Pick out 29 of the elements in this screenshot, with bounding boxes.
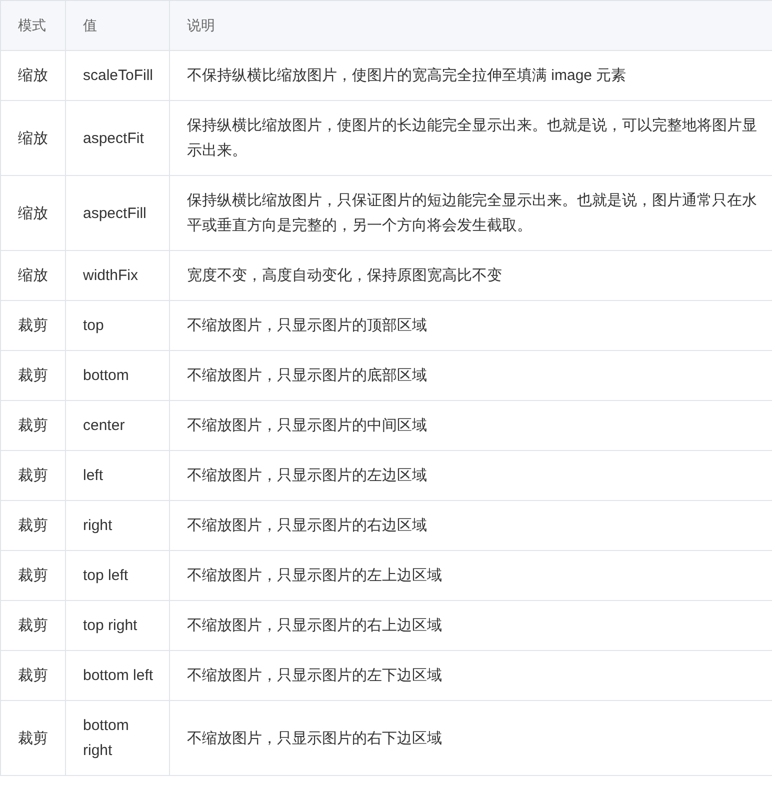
table-cell: bottom right bbox=[66, 700, 170, 776]
table-cell: center bbox=[66, 400, 170, 450]
table-cell: 裁剪 bbox=[0, 550, 66, 600]
column-header: 说明 bbox=[170, 0, 772, 50]
table-cell: left bbox=[66, 450, 170, 500]
table-cell: 裁剪 bbox=[0, 450, 66, 500]
column-header: 值 bbox=[66, 0, 170, 50]
table-cell: top bbox=[66, 300, 170, 350]
table-cell: 裁剪 bbox=[0, 650, 66, 700]
column-header: 模式 bbox=[0, 0, 66, 50]
table-cell: aspectFill bbox=[66, 176, 170, 250]
table-cell: widthFix bbox=[66, 250, 170, 300]
table-cell: 裁剪 bbox=[0, 300, 66, 350]
table-cell: 裁剪 bbox=[0, 350, 66, 400]
table-cell: bottom left bbox=[66, 650, 170, 700]
table-cell: top right bbox=[66, 600, 170, 650]
table-cell: 缩放 bbox=[0, 100, 66, 176]
table-cell: scaleToFill bbox=[66, 50, 170, 100]
table-cell: 缩放 bbox=[0, 250, 66, 300]
table-cell: 裁剪 bbox=[0, 400, 66, 450]
table-cell: right bbox=[66, 500, 170, 550]
table-cell: 裁剪 bbox=[0, 500, 66, 550]
table-cell: bottom bbox=[66, 350, 170, 400]
table-cell: top left bbox=[66, 550, 170, 600]
table-cell: aspectFit bbox=[66, 100, 170, 176]
table-cell: 缩放 bbox=[0, 176, 66, 250]
table-cell: 裁剪 bbox=[0, 700, 66, 776]
table-cell: 裁剪 bbox=[0, 600, 66, 650]
table-cell: 缩放 bbox=[0, 50, 66, 100]
